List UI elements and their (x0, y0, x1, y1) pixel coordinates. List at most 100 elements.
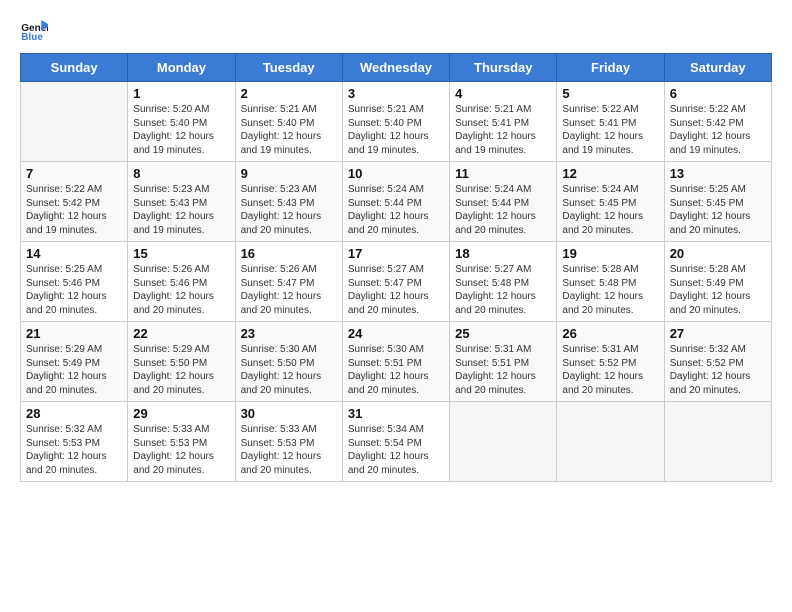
day-info: Sunrise: 5:31 AMSunset: 5:52 PMDaylight:… (562, 343, 658, 397)
calendar-week-1: 1Sunrise: 5:20 AMSunset: 5:40 PMDaylight… (21, 82, 772, 162)
calendar-cell: 14 Sunrise: 5:25 AMSunset: 5:46 PMDayligh… (21, 242, 128, 322)
day-number: 14 (26, 246, 122, 261)
day-number: 29 (133, 406, 229, 421)
day-number: 27 (670, 326, 766, 341)
day-info: Sunrise: 5:33 AMSunset: 5:53 PMDaylight:… (133, 423, 229, 477)
calendar-cell: 11 Sunrise: 5:24 AMSunset: 5:44 PMDayligh… (450, 162, 557, 242)
day-number: 20 (670, 246, 766, 261)
day-number: 21 (26, 326, 122, 341)
day-number: 17 (348, 246, 444, 261)
day-info: Sunrise: 5:22 AMSunset: 5:41 PMDaylight:… (562, 103, 658, 157)
day-info: Sunrise: 5:25 AMSunset: 5:46 PMDaylight:… (26, 263, 122, 317)
day-number: 30 (241, 406, 337, 421)
calendar-cell (557, 402, 664, 482)
day-info: Sunrise: 5:26 AMSunset: 5:47 PMDaylight:… (241, 263, 337, 317)
logo-icon: General Blue (20, 20, 48, 40)
day-info: Sunrise: 5:23 AMSunset: 5:43 PMDaylight:… (241, 183, 337, 237)
day-number: 1 (133, 86, 229, 101)
day-number: 8 (133, 166, 229, 181)
calendar-week-4: 21 Sunrise: 5:29 AMSunset: 5:49 PMDayligh… (21, 322, 772, 402)
weekday-header-friday: Friday (557, 54, 664, 82)
calendar-cell: 6 Sunrise: 5:22 AMSunset: 5:42 PMDaylight… (664, 82, 771, 162)
calendar-cell (664, 402, 771, 482)
calendar-table: SundayMondayTuesdayWednesdayThursdayFrid… (20, 53, 772, 482)
day-number: 15 (133, 246, 229, 261)
day-number: 13 (670, 166, 766, 181)
calendar-cell (450, 402, 557, 482)
day-info: Sunrise: 5:24 AMSunset: 5:45 PMDaylight:… (562, 183, 658, 237)
day-number: 18 (455, 246, 551, 261)
day-info: Sunrise: 5:29 AMSunset: 5:49 PMDaylight:… (26, 343, 122, 397)
calendar-cell: 20 Sunrise: 5:28 AMSunset: 5:49 PMDayligh… (664, 242, 771, 322)
day-info: Sunrise: 5:26 AMSunset: 5:46 PMDaylight:… (133, 263, 229, 317)
calendar-cell: 22 Sunrise: 5:29 AMSunset: 5:50 PMDayligh… (128, 322, 235, 402)
calendar-week-5: 28 Sunrise: 5:32 AMSunset: 5:53 PMDayligh… (21, 402, 772, 482)
weekday-header-sunday: Sunday (21, 54, 128, 82)
day-info: Sunrise: 5:24 AMSunset: 5:44 PMDaylight:… (348, 183, 444, 237)
calendar-cell (21, 82, 128, 162)
day-number: 11 (455, 166, 551, 181)
day-number: 7 (26, 166, 122, 181)
day-info: Sunrise: 5:22 AMSunset: 5:42 PMDaylight:… (26, 183, 122, 237)
day-info: Sunrise: 5:21 AMSunset: 5:40 PMDaylight:… (241, 103, 337, 157)
calendar-cell: 5 Sunrise: 5:22 AMSunset: 5:41 PMDaylight… (557, 82, 664, 162)
day-info: Sunrise: 5:27 AMSunset: 5:48 PMDaylight:… (455, 263, 551, 317)
day-info: Sunrise: 5:24 AMSunset: 5:44 PMDaylight:… (455, 183, 551, 237)
day-number: 22 (133, 326, 229, 341)
calendar-week-2: 7 Sunrise: 5:22 AMSunset: 5:42 PMDaylight… (21, 162, 772, 242)
calendar-cell: 28 Sunrise: 5:32 AMSunset: 5:53 PMDayligh… (21, 402, 128, 482)
day-number: 2 (241, 86, 337, 101)
calendar-cell: 30 Sunrise: 5:33 AMSunset: 5:53 PMDayligh… (235, 402, 342, 482)
day-info: Sunrise: 5:34 AMSunset: 5:54 PMDaylight:… (348, 423, 444, 477)
day-info: Sunrise: 5:25 AMSunset: 5:45 PMDaylight:… (670, 183, 766, 237)
calendar-cell: 10 Sunrise: 5:24 AMSunset: 5:44 PMDayligh… (342, 162, 449, 242)
day-number: 23 (241, 326, 337, 341)
day-number: 4 (455, 86, 551, 101)
calendar-cell: 4 Sunrise: 5:21 AMSunset: 5:41 PMDaylight… (450, 82, 557, 162)
day-info: Sunrise: 5:21 AMSunset: 5:41 PMDaylight:… (455, 103, 551, 157)
day-info: Sunrise: 5:21 AMSunset: 5:40 PMDaylight:… (348, 103, 444, 157)
calendar-cell: 24Sunrise: 5:30 AMSunset: 5:51 PMDayligh… (342, 322, 449, 402)
day-info: Sunrise: 5:27 AMSunset: 5:47 PMDaylight:… (348, 263, 444, 317)
day-number: 6 (670, 86, 766, 101)
weekday-header-tuesday: Tuesday (235, 54, 342, 82)
calendar-cell: 23Sunrise: 5:30 AMSunset: 5:50 PMDayligh… (235, 322, 342, 402)
calendar-cell: 29 Sunrise: 5:33 AMSunset: 5:53 PMDayligh… (128, 402, 235, 482)
day-info: Sunrise: 5:31 AMSunset: 5:51 PMDaylight:… (455, 343, 551, 397)
day-info: Sunrise: 5:29 AMSunset: 5:50 PMDaylight:… (133, 343, 229, 397)
day-info: Sunrise: 5:33 AMSunset: 5:53 PMDaylight:… (241, 423, 337, 477)
calendar-cell: 12 Sunrise: 5:24 AMSunset: 5:45 PMDayligh… (557, 162, 664, 242)
day-number: 28 (26, 406, 122, 421)
weekday-header-saturday: Saturday (664, 54, 771, 82)
calendar-cell: 3 Sunrise: 5:21 AMSunset: 5:40 PMDaylight… (342, 82, 449, 162)
day-number: 10 (348, 166, 444, 181)
day-info: Sunrise: 5:32 AMSunset: 5:52 PMDaylight:… (670, 343, 766, 397)
calendar-cell: 27 Sunrise: 5:32 AMSunset: 5:52 PMDayligh… (664, 322, 771, 402)
calendar-cell: 13 Sunrise: 5:25 AMSunset: 5:45 PMDayligh… (664, 162, 771, 242)
calendar-cell: 26 Sunrise: 5:31 AMSunset: 5:52 PMDayligh… (557, 322, 664, 402)
day-number: 26 (562, 326, 658, 341)
day-number: 31 (348, 406, 444, 421)
calendar-cell: 31 Sunrise: 5:34 AMSunset: 5:54 PMDayligh… (342, 402, 449, 482)
day-number: 19 (562, 246, 658, 261)
day-number: 5 (562, 86, 658, 101)
weekday-header-wednesday: Wednesday (342, 54, 449, 82)
day-number: 12 (562, 166, 658, 181)
day-number: 3 (348, 86, 444, 101)
day-number: 24 (348, 326, 444, 341)
weekday-header-monday: Monday (128, 54, 235, 82)
day-info: Sunrise: 5:32 AMSunset: 5:53 PMDaylight:… (26, 423, 122, 477)
calendar-cell: 7 Sunrise: 5:22 AMSunset: 5:42 PMDaylight… (21, 162, 128, 242)
day-number: 9 (241, 166, 337, 181)
calendar-cell: 16Sunrise: 5:26 AMSunset: 5:47 PMDayligh… (235, 242, 342, 322)
calendar-week-3: 14 Sunrise: 5:25 AMSunset: 5:46 PMDayligh… (21, 242, 772, 322)
day-info: Sunrise: 5:23 AMSunset: 5:43 PMDaylight:… (133, 183, 229, 237)
calendar-cell: 1Sunrise: 5:20 AMSunset: 5:40 PMDaylight… (128, 82, 235, 162)
calendar-cell: 18 Sunrise: 5:27 AMSunset: 5:48 PMDayligh… (450, 242, 557, 322)
day-info: Sunrise: 5:28 AMSunset: 5:49 PMDaylight:… (670, 263, 766, 317)
calendar-cell: 17 Sunrise: 5:27 AMSunset: 5:47 PMDayligh… (342, 242, 449, 322)
weekday-header-thursday: Thursday (450, 54, 557, 82)
calendar-cell: 19Sunrise: 5:28 AMSunset: 5:48 PMDayligh… (557, 242, 664, 322)
day-info: Sunrise: 5:22 AMSunset: 5:42 PMDaylight:… (670, 103, 766, 157)
calendar-cell: 9 Sunrise: 5:23 AMSunset: 5:43 PMDaylight… (235, 162, 342, 242)
